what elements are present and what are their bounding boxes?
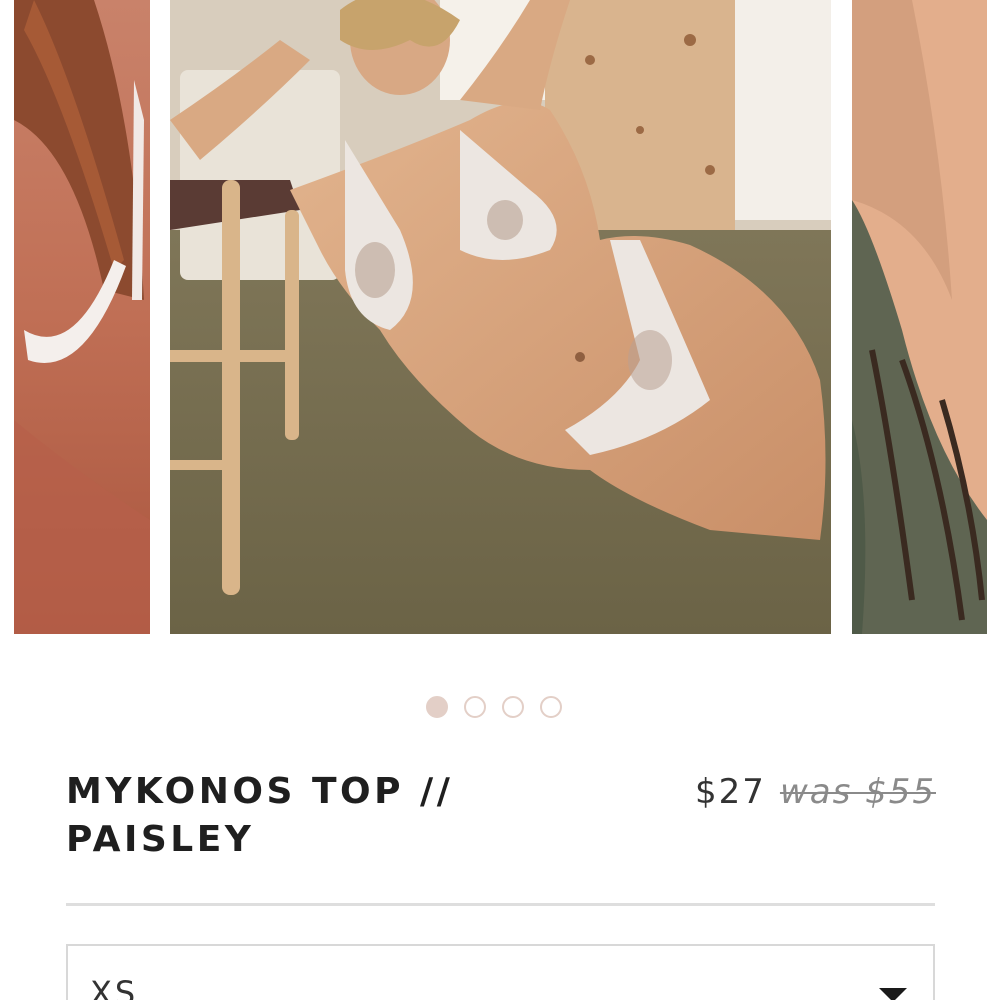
carousel-pagination	[426, 696, 562, 718]
pagination-dot-2[interactable]	[464, 696, 486, 718]
size-select[interactable]: XS	[66, 944, 935, 1000]
pagination-dot-3[interactable]	[502, 696, 524, 718]
photo-model-reclining-in-bikini	[170, 0, 831, 634]
product-title-line-2: PAISLEY	[66, 819, 255, 860]
photo-model-wet-hair	[852, 0, 987, 634]
product-page: MYKONOS TOP // PAISLEY $27 was $55 XS	[0, 0, 1000, 1000]
caret-down-icon	[879, 988, 907, 1000]
carousel-slide-next[interactable]	[852, 0, 987, 634]
pagination-dot-4[interactable]	[540, 696, 562, 718]
product-title-line-1: MYKONOS TOP //	[66, 771, 454, 812]
carousel-slide-current[interactable]	[170, 0, 831, 634]
pagination-dot-1[interactable]	[426, 696, 448, 718]
original-price: was $55	[779, 772, 936, 812]
size-select-value: XS	[90, 974, 139, 1000]
price-block: $27 was $55	[695, 772, 936, 812]
photo-model-side-view	[14, 0, 150, 634]
sale-price: $27	[695, 772, 766, 812]
carousel-slide-previous[interactable]	[14, 0, 150, 634]
divider	[66, 903, 935, 906]
product-title: MYKONOS TOP // PAISLEY	[66, 768, 586, 864]
image-carousel[interactable]	[0, 0, 1000, 634]
